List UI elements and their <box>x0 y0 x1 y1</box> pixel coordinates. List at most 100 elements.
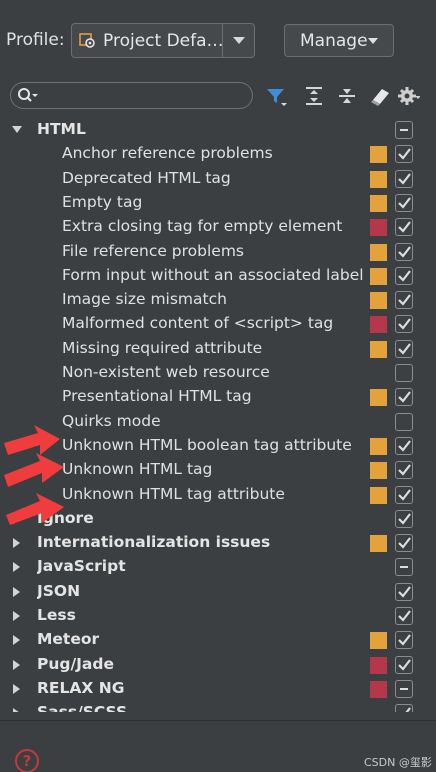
enable-checkbox[interactable] <box>395 534 413 553</box>
tree-category-row[interactable]: Sass/SCSS <box>0 701 436 712</box>
checkmark-icon <box>398 172 411 185</box>
severity-warning-icon <box>370 170 387 188</box>
checkmark-icon <box>398 294 411 306</box>
tree-row-label: Deprecated HTML tag <box>62 168 231 187</box>
enable-checkbox[interactable] <box>395 704 413 712</box>
enable-checkbox[interactable] <box>395 121 413 139</box>
filter-icon[interactable] <box>265 85 287 107</box>
triangle-right-icon[interactable] <box>12 659 22 671</box>
checkmark-icon <box>398 464 411 476</box>
tree-row-label: HTML <box>37 120 86 138</box>
tree-category-row[interactable]: RELAX NG <box>0 677 436 701</box>
triangle-right-icon[interactable] <box>12 537 22 549</box>
enable-checkbox[interactable] <box>395 145 413 164</box>
search-input[interactable] <box>41 85 246 106</box>
tree-category-row[interactable]: Internationalization issues <box>0 531 436 555</box>
enable-checkbox[interactable] <box>395 485 413 504</box>
enable-checkbox[interactable] <box>395 242 413 261</box>
tree-category-row[interactable]: Meteor <box>0 628 436 652</box>
checkmark-icon <box>398 634 411 646</box>
triangle-right-icon[interactable] <box>12 683 22 695</box>
enable-checkbox[interactable] <box>395 218 413 237</box>
tree-item-row[interactable]: Non-existent web resource <box>0 361 436 385</box>
collapse-all-icon[interactable] <box>336 85 358 107</box>
tree-row-label: File reference problems <box>62 241 245 260</box>
profile-dropdown[interactable]: Project Defa… <box>71 23 255 58</box>
manage-label: Manage <box>300 31 368 51</box>
tree-item-row[interactable]: Missing required attribute <box>0 337 436 361</box>
enable-checkbox[interactable] <box>395 436 413 455</box>
enable-checkbox[interactable] <box>395 169 413 188</box>
triangle-right-icon[interactable] <box>12 707 22 712</box>
tree-item-row[interactable]: Image size mismatch <box>0 288 436 312</box>
triangle-right-icon[interactable] <box>12 610 22 622</box>
enable-checkbox[interactable] <box>395 339 413 358</box>
enable-checkbox[interactable] <box>395 631 413 650</box>
severity-warning-icon <box>370 437 387 455</box>
tree-item-row[interactable]: Anchor reference problems <box>0 142 436 166</box>
tree-category-row[interactable]: JSON <box>0 580 436 604</box>
enable-checkbox[interactable] <box>395 291 413 310</box>
checkmark-icon <box>398 586 411 598</box>
tree-row-label: Quirks mode <box>62 411 161 430</box>
severity-warning-icon <box>370 243 387 261</box>
checkmark-icon <box>398 148 411 160</box>
enable-checkbox[interactable] <box>395 607 413 625</box>
tree-item-row[interactable]: Presentational HTML tag <box>0 385 436 409</box>
watermark: CSDN @玺影儿 <box>364 756 432 769</box>
tree-category-row[interactable]: HTML <box>0 118 436 142</box>
profile-bar: Profile: Project Defa… Manage <box>0 0 436 78</box>
enable-checkbox[interactable] <box>395 315 413 334</box>
enable-checkbox[interactable] <box>395 193 413 212</box>
profile-label: Profile: <box>6 30 65 50</box>
search-icon[interactable] <box>17 87 39 105</box>
tree-item-row[interactable]: Form input without an associated label o… <box>0 264 436 288</box>
annotation-arrows <box>4 425 64 525</box>
expand-all-icon[interactable] <box>303 85 325 107</box>
severity-warning-icon <box>370 340 387 358</box>
gear-icon[interactable] <box>398 85 420 107</box>
tree-row-label: Presentational HTML tag <box>62 387 252 406</box>
enable-checkbox[interactable] <box>395 655 413 674</box>
severity-warning-icon <box>370 267 387 285</box>
enable-checkbox[interactable] <box>395 412 413 431</box>
tree-row-label: Non-existent web resource <box>62 363 270 381</box>
tree-item-row[interactable]: Empty tag <box>0 191 436 215</box>
chevron-down-icon[interactable] <box>233 37 245 44</box>
enable-checkbox[interactable] <box>395 509 413 528</box>
help-button[interactable]: ? <box>15 749 39 772</box>
tree-row-label: Unknown HTML tag attribute <box>62 484 285 503</box>
tree-category-row[interactable]: Pug/Jade <box>0 653 436 677</box>
tree-item-row[interactable]: Deprecated HTML tag <box>0 167 436 191</box>
enable-checkbox[interactable] <box>395 558 413 577</box>
triangle-down-icon[interactable] <box>12 124 22 136</box>
triangle-right-icon[interactable] <box>12 634 22 646</box>
tree-category-row[interactable]: Less <box>0 604 436 628</box>
enable-checkbox[interactable] <box>395 266 413 285</box>
severity-error-icon <box>370 656 387 674</box>
triangle-right-icon[interactable] <box>12 586 22 598</box>
eraser-icon[interactable] <box>369 85 391 107</box>
enable-checkbox[interactable] <box>395 364 413 382</box>
tree-category-row[interactable]: JavaScript <box>0 555 436 579</box>
triangle-right-icon[interactable] <box>12 561 22 573</box>
tree-item-row[interactable]: File reference problems <box>0 240 436 264</box>
enable-checkbox[interactable] <box>395 679 413 698</box>
tree-item-row[interactable]: Malformed content of <script> tag <box>0 312 436 336</box>
partial-check-icon <box>400 566 408 569</box>
search-field[interactable] <box>10 82 253 109</box>
tree-row-label: Missing required attribute <box>62 338 263 357</box>
tree-row-label: Sass/SCSS <box>37 703 127 712</box>
enable-checkbox[interactable] <box>395 388 413 407</box>
severity-error-icon <box>370 219 387 237</box>
severity-warning-icon <box>370 292 387 310</box>
checkmark-icon <box>398 221 411 233</box>
checkmark-icon <box>405 707 411 712</box>
tree-item-row[interactable]: Extra closing tag for empty element <box>0 215 436 239</box>
enable-checkbox[interactable] <box>395 461 413 480</box>
enable-checkbox[interactable] <box>395 582 413 601</box>
tree-row-label: JSON <box>37 581 81 600</box>
bottom-bar: ? CSDN @玺影儿 <box>0 720 436 772</box>
tree-row-label: Internationalization issues <box>37 533 271 552</box>
manage-button[interactable]: Manage <box>284 24 394 57</box>
